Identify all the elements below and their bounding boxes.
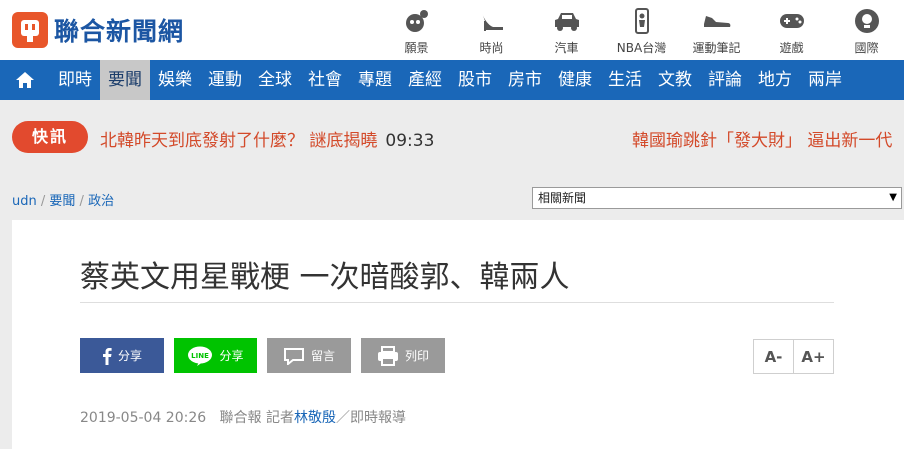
channel-label: 汽車 (554, 41, 579, 55)
channel-auto[interactable]: 汽車 (529, 0, 604, 60)
comment-label: 留言 (310, 349, 335, 363)
nav-item-sports[interactable]: 運動 (200, 60, 250, 100)
nav-item-entertainment[interactable]: 娛樂 (150, 60, 200, 100)
article-date: 2019-05-04 20:26 (80, 410, 207, 426)
breaking-headline-next[interactable]: 韓國瑜跳針「發大財」 逼出新一代 (632, 126, 892, 151)
comment-button[interactable]: 留言 (267, 338, 351, 373)
font-increase-button[interactable]: A+ (793, 340, 833, 373)
channel-nba[interactable]: NBA台灣 (604, 0, 679, 60)
article-meta: 2019-05-04 20:26 聯合報 記者林敬殷／即時報導 (80, 407, 406, 427)
line-share-button[interactable]: LINE 分享 (174, 338, 257, 373)
nav-item-cross-strait[interactable]: 兩岸 (800, 60, 850, 100)
nav-item-local[interactable]: 地方 (750, 60, 800, 100)
nav-item-top-news[interactable]: 要聞 (100, 60, 150, 100)
report-type: ／即時報導 (335, 410, 406, 426)
article-title: 蔡英文用星戰梗 一次暗酸郭、韓兩人 (80, 260, 570, 295)
nav-item-economy[interactable]: 產經 (400, 60, 450, 100)
related-news-value: 相關新聞 (538, 191, 587, 205)
article-source: 聯合報 (219, 410, 262, 426)
nav-item-education[interactable]: 文教 (650, 60, 700, 100)
nav-item-opinion[interactable]: 評論 (700, 60, 750, 100)
site-header: 聯合新聞網 願景 時尚 汽車 NBA台灣 運動筆記 遊戲 國際 (0, 0, 904, 60)
nav-item-features[interactable]: 專題 (350, 60, 400, 100)
facebook-share-label: 分享 (117, 349, 142, 363)
channel-vision[interactable]: 願景 (379, 0, 454, 60)
breadcrumb-top-news[interactable]: 要聞 (49, 194, 75, 209)
title-divider (80, 302, 834, 303)
channel-games[interactable]: 遊戲 (754, 0, 829, 60)
breaking-time: 09:33 (385, 131, 435, 151)
print-label: 列印 (404, 349, 429, 363)
dropdown-arrow-icon: ▼ (889, 192, 897, 203)
cat-icon (379, 8, 454, 34)
home-icon[interactable] (0, 60, 50, 100)
print-button[interactable]: 列印 (361, 338, 445, 373)
channel-label: 願景 (404, 41, 429, 55)
channel-label: 運動筆記 (692, 41, 741, 55)
nba-icon (604, 8, 679, 34)
facebook-share-button[interactable]: 分享 (80, 338, 164, 373)
line-icon: LINE (187, 346, 213, 366)
channel-label: NBA台灣 (616, 41, 667, 55)
facebook-icon (102, 347, 112, 365)
gamepad-icon (754, 8, 829, 34)
nav-item-stocks[interactable]: 股市 (450, 60, 500, 100)
reporter-link[interactable]: 林敬殷 (294, 410, 336, 426)
nav-item-society[interactable]: 社會 (300, 60, 350, 100)
nav-item-life[interactable]: 生活 (600, 60, 650, 100)
font-size-controls: A- A+ (753, 339, 834, 374)
channel-running[interactable]: 運動筆記 (679, 0, 754, 60)
channel-fashion[interactable]: 時尚 (454, 0, 529, 60)
font-decrease-button[interactable]: A- (754, 340, 793, 373)
channel-label: 時尚 (479, 41, 504, 55)
channel-label: 國際 (854, 41, 879, 55)
channel-world[interactable]: 國際 (829, 0, 904, 60)
nav-item-health[interactable]: 健康 (550, 60, 600, 100)
channel-label: 遊戲 (779, 41, 804, 55)
breadcrumb-udn[interactable]: udn (12, 194, 37, 209)
site-logo[interactable]: 聯合新聞網 (12, 12, 184, 48)
breaking-badge: 快訊 (12, 121, 88, 153)
high-heel-icon (454, 8, 529, 34)
main-nav: 即時 要聞 娛樂 運動 全球 社會 專題 產經 股市 房市 健康 生活 文教 評… (0, 60, 904, 100)
nav-item-real-estate[interactable]: 房市 (500, 60, 550, 100)
line-share-label: 分享 (219, 349, 244, 363)
channel-links: 願景 時尚 汽車 NBA台灣 運動筆記 遊戲 國際 (379, 0, 904, 60)
globe-icon (829, 8, 904, 34)
breadcrumb-separator: / (36, 194, 50, 209)
breaking-headline[interactable]: 北韓昨天到底發射了什麼？ 謎底揭曉 09:33 (100, 126, 434, 151)
related-news-select[interactable]: 相關新聞 ▼ (532, 187, 902, 209)
breadcrumb: udn / 要聞 / 政治 (12, 190, 114, 209)
sneaker-icon (679, 8, 754, 34)
printer-icon (377, 345, 399, 366)
breadcrumb-politics[interactable]: 政治 (88, 194, 114, 209)
line-logo-text: LINE (192, 352, 210, 360)
breaking-headline-text: 北韓昨天到底發射了什麼？ 謎底揭曉 (100, 131, 378, 151)
nav-item-global[interactable]: 全球 (250, 60, 300, 100)
nav-item-instant[interactable]: 即時 (50, 60, 100, 100)
car-icon (529, 8, 604, 34)
breadcrumb-separator: / (75, 194, 89, 209)
plug-logo-icon (12, 12, 48, 48)
comment-icon (283, 347, 305, 365)
reporter-prefix: 記者 (265, 410, 294, 426)
site-name: 聯合新聞網 (54, 17, 185, 46)
